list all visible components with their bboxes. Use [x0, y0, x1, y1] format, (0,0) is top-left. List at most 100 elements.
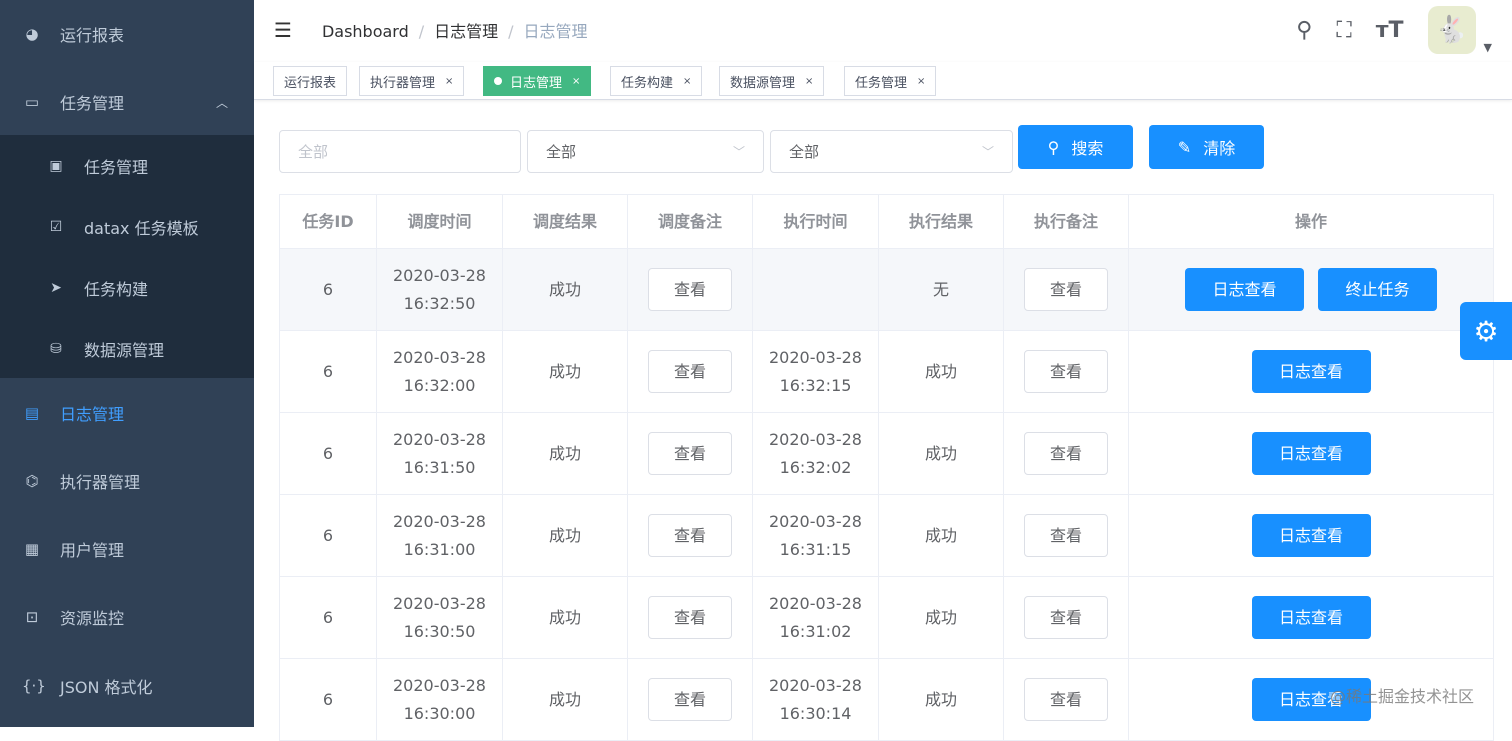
submenu: ▣ 任务管理 ☑ datax 任务模板 ➤ 任务构建 ⛁ 数据源管理: [0, 135, 254, 378]
exec-result: 成功: [878, 494, 1004, 577]
filter-select-1[interactable]: 全部 ﹀: [527, 130, 764, 173]
submenu-item-task-build[interactable]: ➤ 任务构建: [0, 257, 254, 318]
log-view-button[interactable]: 日志查看: [1251, 432, 1371, 475]
exec-note: 查看: [1003, 248, 1129, 331]
close-icon[interactable]: ×: [445, 76, 453, 87]
filter-input[interactable]: 全部: [279, 130, 521, 173]
col-header: 调度结果: [502, 194, 628, 249]
exec-note: 查看: [1003, 494, 1129, 577]
view-schedule-note-button[interactable]: 查看: [648, 678, 732, 721]
schedule-time: 2020-03-28 16:31:50: [376, 412, 503, 495]
breadcrumb-log[interactable]: 日志管理: [434, 22, 498, 41]
close-icon[interactable]: ×: [683, 76, 691, 87]
view-exec-note-button[interactable]: 查看: [1024, 596, 1108, 639]
operations: 日志查看: [1128, 576, 1494, 659]
submenu-item-datax-template[interactable]: ☑ datax 任务模板: [0, 196, 254, 257]
exec-result: 无: [878, 248, 1004, 331]
settings-gear-icon[interactable]: ⚙: [1460, 302, 1512, 360]
table-row: 6 2020-03-28 16:32:00 成功 查看 2020-03-28 16:…: [279, 330, 1494, 413]
sidebar-item-report[interactable]: ◕ 运行报表: [0, 0, 254, 68]
sidebar-item-executor[interactable]: ⌬ 执行器管理: [0, 447, 254, 515]
executor-icon: ⌬: [25, 472, 39, 490]
chevron-down-icon: ﹀: [732, 145, 745, 159]
fullscreen-icon[interactable]: ⛶: [1336, 18, 1351, 43]
view-schedule-note-button[interactable]: 查看: [648, 596, 732, 639]
view-schedule-note-button[interactable]: 查看: [648, 350, 732, 393]
document-icon: ▤: [24, 404, 40, 422]
view-exec-note-button[interactable]: 查看: [1024, 268, 1108, 311]
sidebar-item-json-format[interactable]: {·} JSON 格式化: [0, 652, 254, 720]
watermark: @稀土掘金技术社区: [1330, 687, 1475, 706]
schedule-result: 成功: [502, 248, 628, 331]
close-icon[interactable]: ×: [917, 76, 925, 87]
col-header: 任务ID: [279, 194, 377, 249]
view-exec-note-button[interactable]: 查看: [1024, 350, 1108, 393]
task-id: 6: [279, 412, 377, 495]
exec-result: 成功: [878, 576, 1004, 659]
schedule-time: 2020-03-28 16:31:00: [376, 494, 503, 577]
schedule-note: 查看: [627, 248, 753, 331]
col-header: 调度备注: [627, 194, 753, 249]
tag-report[interactable]: 运行报表: [273, 66, 348, 96]
operations: 日志查看: [1128, 494, 1494, 577]
search-button[interactable]: ⚲ 搜索: [1018, 125, 1133, 169]
tag-executor[interactable]: 执行器管理 ×: [359, 66, 465, 96]
view-exec-note-button[interactable]: 查看: [1024, 514, 1108, 557]
table-row: 6 2020-03-28 16:30:50 成功 查看 2020-03-28 16:…: [279, 576, 1494, 659]
submenu-item-task-management[interactable]: ▣ 任务管理: [0, 135, 254, 196]
schedule-note: 查看: [627, 576, 753, 659]
view-schedule-note-button[interactable]: 查看: [648, 268, 732, 311]
exec-time: 2020-03-28 16:31:02: [752, 576, 879, 659]
breadcrumb-dashboard[interactable]: Dashboard: [322, 22, 409, 41]
clear-button[interactable]: ✎ 清除: [1149, 125, 1264, 169]
log-view-button[interactable]: 日志查看: [1251, 350, 1371, 393]
sidebar-item-task-management[interactable]: ▭ 任务管理 ︿: [0, 68, 254, 136]
caret-down-icon[interactable]: ▼: [1484, 41, 1492, 54]
log-view-button[interactable]: 日志查看: [1185, 268, 1304, 311]
schedule-result: 成功: [502, 412, 628, 495]
exec-time: 2020-03-28 16:32:02: [752, 412, 879, 495]
table-row: 6 2020-03-28 16:30:00 成功 查看 2020-03-28 16:…: [279, 658, 1494, 741]
log-view-button[interactable]: 日志查看: [1251, 514, 1371, 557]
tag-task-management[interactable]: 任务管理 ×: [844, 66, 937, 96]
submenu-item-datasource[interactable]: ⛁ 数据源管理: [0, 318, 254, 379]
font-size-icon[interactable]: ᴛT: [1376, 18, 1404, 43]
calendar-icon: ▣: [49, 157, 63, 174]
exec-time: 2020-03-28 16:32:15: [752, 330, 879, 413]
tag-log[interactable]: 日志管理 ×: [483, 66, 592, 96]
exec-result: 成功: [878, 412, 1004, 495]
close-icon[interactable]: ×: [805, 76, 813, 87]
tag-task-build[interactable]: 任务构建 ×: [610, 66, 703, 96]
close-icon[interactable]: ×: [572, 76, 580, 87]
paper-plane-icon: ➤: [50, 279, 62, 296]
avatar[interactable]: 🐇: [1427, 6, 1476, 54]
schedule-time: 2020-03-28 16:30:50: [376, 576, 503, 659]
edit-icon: ✎: [1177, 137, 1192, 157]
kill-task-button[interactable]: 终止任务: [1318, 268, 1437, 311]
view-exec-note-button[interactable]: 查看: [1024, 432, 1108, 475]
task-id: 6: [279, 248, 377, 331]
chevron-down-icon: ﹀: [981, 145, 994, 159]
exec-result: 成功: [878, 658, 1004, 741]
log-view-button[interactable]: 日志查看: [1251, 596, 1371, 639]
schedule-note: 查看: [627, 658, 753, 741]
view-schedule-note-button[interactable]: 查看: [648, 432, 732, 475]
navbar: ☰ Dashboard / 日志管理 / 日志管理 ⚲ ⛶ ᴛT 🐇 ▼: [254, 0, 1512, 60]
braces-icon: {·}: [22, 677, 46, 695]
col-header: 执行备注: [1003, 194, 1129, 249]
filter-select-2[interactable]: 全部 ﹀: [770, 130, 1013, 173]
sidebar-item-resource-monitor[interactable]: ⊡ 资源监控: [0, 583, 254, 651]
chevron-up-icon: ︿: [215, 95, 228, 110]
sidebar: ◕ 运行报表 ▭ 任务管理 ︿ ▣ 任务管理 ☑ datax 任务模板 ➤ 任务构建 ⛁ 数据…: [0, 0, 254, 727]
hamburger-icon[interactable]: ☰: [274, 18, 292, 42]
view-schedule-note-button[interactable]: 查看: [648, 514, 732, 557]
tags-view: 运行报表 执行器管理 × 日志管理 × 任务构建 × 数据源管理 × 任务管理 ×: [254, 62, 1512, 100]
sidebar-item-log-management[interactable]: ▤ 日志管理: [0, 379, 254, 447]
view-exec-note-button[interactable]: 查看: [1024, 678, 1108, 721]
monitor-icon: ▭: [24, 93, 40, 111]
search-icon[interactable]: ⚲: [1296, 18, 1312, 43]
breadcrumb-current: 日志管理: [523, 22, 588, 41]
operations: 日志查看 终止任务: [1128, 248, 1494, 331]
tag-datasource[interactable]: 数据源管理 ×: [719, 66, 825, 96]
sidebar-item-users[interactable]: ▦ 用户管理: [0, 515, 254, 583]
